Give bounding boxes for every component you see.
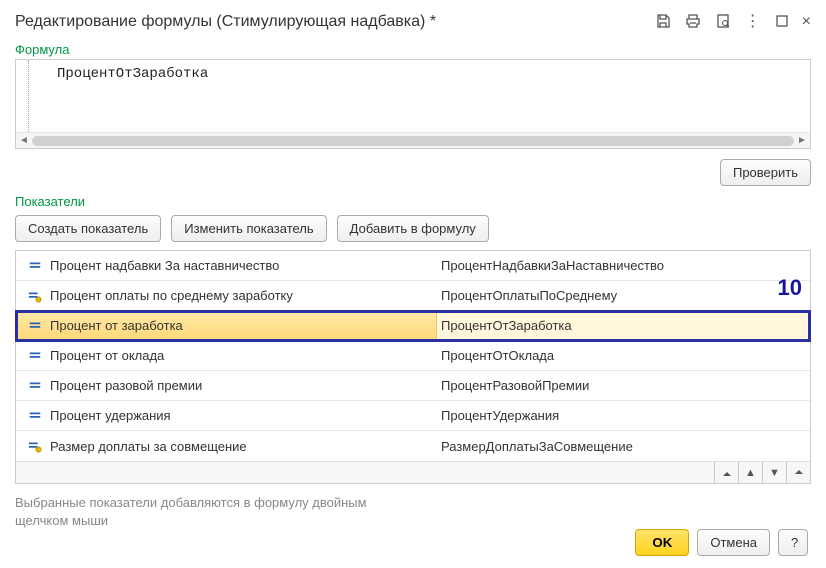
nav-up-icon[interactable]: ▲ <box>738 462 762 483</box>
hint-text: Выбранные показатели добавляются в форму… <box>15 494 395 530</box>
scroll-left-icon[interactable]: ◄ <box>16 133 32 148</box>
header-toolbar: ⋮ × <box>655 13 811 32</box>
indicator-code: ПроцентНадбавкиЗаНаставничество <box>437 258 810 273</box>
edit-indicator-button[interactable]: Изменить показатель <box>171 215 326 242</box>
indicator-type-icon <box>24 409 46 423</box>
indicator-code: ПроцентОтЗаработка <box>437 318 810 333</box>
table-row[interactable]: Процент от заработкаПроцентОтЗаработка <box>16 311 810 341</box>
maximize-icon[interactable] <box>776 15 788 30</box>
table-row[interactable]: Процент от окладаПроцентОтОклада <box>16 341 810 371</box>
indicator-name: Размер доплаты за совмещение <box>46 439 436 454</box>
indicator-code: ПроцентУдержания <box>437 408 810 423</box>
indicator-code: ПроцентОтОклада <box>437 348 810 363</box>
scroll-right-icon[interactable]: ► <box>794 133 810 148</box>
indicator-code: РазмерДоплатыЗаСовмещение <box>437 439 810 454</box>
indicator-name: Процент разовой премии <box>46 378 436 393</box>
indicator-name: Процент от оклада <box>46 348 436 363</box>
table-row[interactable]: Процент надбавки За наставничествоПроцен… <box>16 251 810 281</box>
table-row[interactable]: Процент удержанияПроцентУдержания <box>16 401 810 431</box>
scroll-track[interactable] <box>32 136 794 146</box>
window-title: Редактирование формулы (Стимулирующая на… <box>15 13 436 31</box>
indicator-code: ПроцентРазовойПремии <box>437 378 810 393</box>
check-button[interactable]: Проверить <box>720 159 811 186</box>
indicators-table: 10 Процент надбавки За наставничествоПро… <box>15 250 811 484</box>
close-icon[interactable]: × <box>802 13 811 31</box>
indicator-name: Процент удержания <box>46 408 436 423</box>
cancel-button[interactable]: Отмена <box>697 529 770 556</box>
create-indicator-button[interactable]: Создать показатель <box>15 215 161 242</box>
help-button[interactable]: ? <box>778 529 808 556</box>
nav-top-icon[interactable] <box>714 462 738 483</box>
nav-down-icon[interactable]: ▼ <box>762 462 786 483</box>
indicator-type-icon <box>24 349 46 363</box>
nav-strip: ▲ ▼ <box>16 461 810 483</box>
table-row[interactable]: Процент разовой премииПроцентРазовойПрем… <box>16 371 810 401</box>
formula-label: Формула <box>15 42 811 57</box>
indicator-name: Процент надбавки За наставничество <box>46 258 436 273</box>
ok-button[interactable]: OK <box>635 529 689 556</box>
indicator-type-icon <box>24 439 46 453</box>
annotation-number: 10 <box>778 275 802 301</box>
table-row[interactable]: Процент оплаты по среднему заработкуПроц… <box>16 281 810 311</box>
footer: OK Отмена ? <box>635 529 808 556</box>
nav-bottom-icon[interactable] <box>786 462 810 483</box>
formula-content[interactable]: ПроцентОтЗаработка <box>28 60 810 132</box>
window-header: Редактирование формулы (Стимулирующая на… <box>15 10 811 34</box>
print-icon[interactable] <box>685 13 701 32</box>
indicator-type-icon <box>24 319 46 333</box>
add-to-formula-button[interactable]: Добавить в формулу <box>337 215 489 242</box>
save-icon[interactable] <box>655 13 671 32</box>
indicator-type-icon <box>24 379 46 393</box>
indicator-code: ПроцентОплатыПоСреднему <box>437 288 810 303</box>
formula-editor[interactable]: ПроцентОтЗаработка ◄ ► <box>15 59 811 149</box>
indicators-label: Показатели <box>15 194 811 209</box>
indicator-name: Процент от заработка <box>46 318 436 333</box>
indicator-type-icon <box>24 259 46 273</box>
indicator-name: Процент оплаты по среднему заработку <box>46 288 436 303</box>
formula-scrollbar[interactable]: ◄ ► <box>16 132 810 148</box>
preview-icon[interactable] <box>715 13 731 32</box>
table-row[interactable]: Размер доплаты за совмещениеРазмерДоплат… <box>16 431 810 461</box>
more-icon[interactable]: ⋮ <box>745 14 762 30</box>
indicator-type-icon <box>24 289 46 303</box>
indicators-toolbar: Создать показатель Изменить показатель Д… <box>15 215 811 242</box>
